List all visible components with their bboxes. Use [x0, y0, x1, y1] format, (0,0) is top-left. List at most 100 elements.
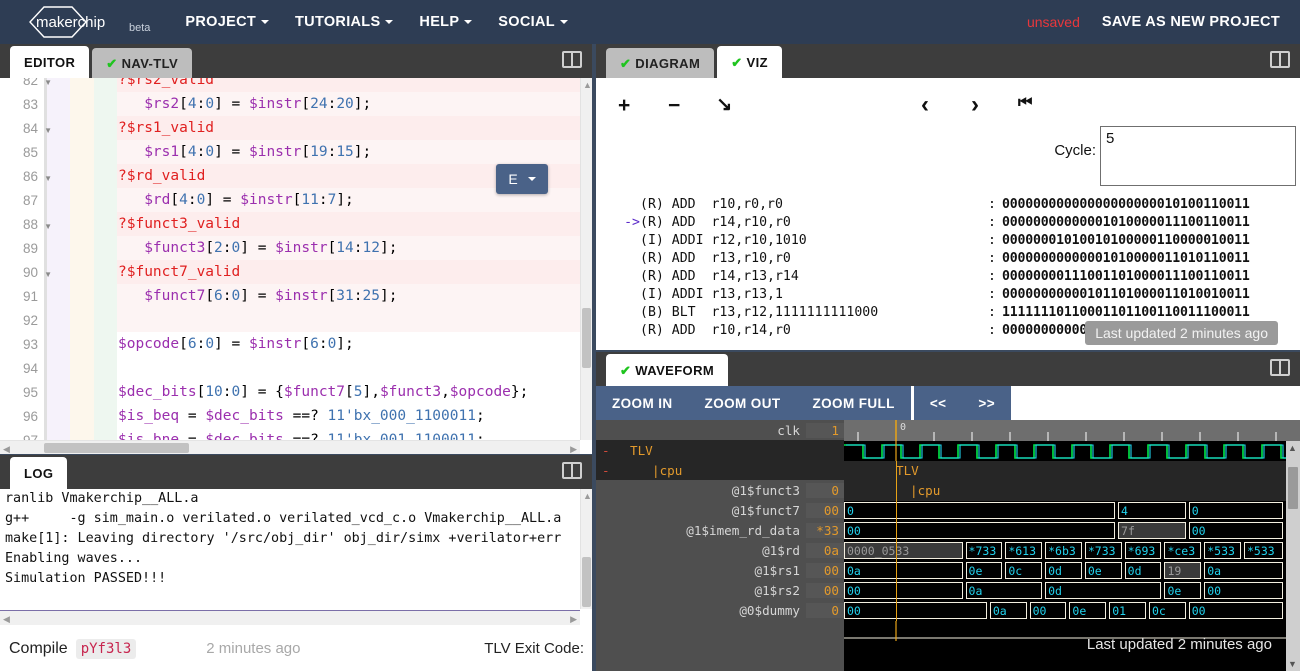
nav-item-social[interactable]: SOCIAL: [485, 4, 581, 40]
waveform-time-ruler[interactable]: 0: [844, 420, 1300, 441]
log-body[interactable]: ranlib Vmakerchip__ALL.a g++ -g sim_main.…: [0, 489, 592, 609]
code-line[interactable]: 91 $funct7[6:0] = $instr[31:25];: [0, 284, 580, 308]
expand-arrows-icon[interactable]: ↗: [712, 97, 735, 113]
zoom-in-icon[interactable]: +: [618, 94, 630, 118]
instruction-row[interactable]: (R) ADD r13,r10,r0:000000000000010100000…: [596, 250, 1300, 268]
zoom-out-button[interactable]: ZOOM OUT: [688, 386, 797, 420]
jump-to-start-icon[interactable]: ⏮: [1018, 94, 1032, 112]
code-line[interactable]: 82 ▼ ?$rs2_valid: [0, 78, 580, 92]
waveform-vscroll-thumb[interactable]: [1288, 467, 1298, 509]
scroll-right-icon[interactable]: ▶: [570, 614, 577, 625]
scroll-down-icon[interactable]: ▼: [1288, 659, 1297, 669]
tab-nav-tlv[interactable]: ✔ NAV-TLV: [92, 48, 193, 78]
signal-row[interactable]: - TLV: [596, 440, 844, 460]
scroll-up-icon[interactable]: ▲: [1288, 443, 1297, 453]
scroll-up-icon[interactable]: ▲: [583, 80, 592, 90]
split-pane-icon[interactable]: [562, 51, 582, 68]
signal-row[interactable]: @1$funct3 0: [596, 480, 844, 500]
code-line[interactable]: 90 ▼ ?$funct7_valid: [0, 260, 580, 284]
signal-row[interactable]: @1$rs1 00: [596, 560, 844, 580]
scroll-right-icon[interactable]: ▶: [570, 444, 577, 454]
signal-row[interactable]: @0$dummy 0: [596, 600, 844, 620]
scroll-forward-button[interactable]: >>: [962, 386, 1011, 420]
code-line[interactable]: 83 $rs2[4:0] = $instr[24:20];: [0, 92, 580, 116]
tab-viz[interactable]: ✔ VIZ: [717, 46, 782, 78]
scroll-back-button[interactable]: <<: [913, 386, 963, 420]
tab-diagram[interactable]: ✔ DIAGRAM: [606, 48, 715, 78]
tab-waveform[interactable]: ✔ WAVEFORM: [606, 354, 729, 386]
collapse-icon[interactable]: -: [596, 463, 618, 478]
log-hscrollbar[interactable]: ◀ ▶: [0, 610, 580, 625]
code-line[interactable]: 94: [0, 356, 580, 380]
instruction-row[interactable]: (R) ADD r14,r13,r14:00000000111001101000…: [596, 268, 1300, 286]
signal-name-column[interactable]: clk 1- TLV - |cpu @1$funct3 0 @1$funct7 00 @1$ime…: [596, 420, 844, 671]
code-line[interactable]: 87 $rd[4:0] = $instr[11:7];: [0, 188, 580, 212]
signal-row[interactable]: @1$rd 0a: [596, 540, 844, 560]
cycle-input[interactable]: [1100, 126, 1296, 186]
instruction-row[interactable]: (B) BLT r13,r12,1111111111000:1111111011…: [596, 304, 1300, 322]
instruction-mnemonic: (R) ADD r14,r13,r14: [640, 269, 799, 284]
code-line[interactable]: 95 $dec_bits[10:0] = {$funct7[5],$funct3,…: [0, 380, 580, 404]
editor-vscroll-thumb[interactable]: [582, 308, 591, 368]
zoom-in-button[interactable]: ZOOM IN: [596, 386, 689, 420]
split-pane-icon[interactable]: [1270, 359, 1290, 376]
fold-arrow-icon[interactable]: ▼: [44, 126, 52, 135]
zoom-full-button[interactable]: ZOOM FULL: [796, 386, 911, 420]
check-icon: ✔: [620, 55, 632, 71]
code-line[interactable]: 84 ▼ ?$rs1_valid: [0, 116, 580, 140]
instruction-row[interactable]: (I) ADDI r13,r13,1:000000000001011010000…: [596, 286, 1300, 304]
code-area[interactable]: 82 ▼ ?$rs2_valid 83 $rs2[4:0] = $instr[24:2…: [0, 78, 580, 440]
split-pane-icon[interactable]: [562, 462, 582, 479]
nav-item-project[interactable]: PROJECT: [172, 4, 282, 40]
editor-hscrollbar[interactable]: ◀ ▶: [0, 440, 580, 454]
split-pane-icon[interactable]: [1270, 51, 1290, 68]
code-line[interactable]: 93 $opcode[6:0] = $instr[6:0];: [0, 332, 580, 356]
fold-arrow-icon[interactable]: ▼: [44, 174, 52, 183]
signal-row[interactable]: clk 1: [596, 420, 844, 440]
code-line[interactable]: 89 $funct3[2:0] = $instr[14:12];: [0, 236, 580, 260]
collapse-icon[interactable]: -: [596, 443, 618, 458]
makerchip-app: makerchip beta PROJECT TUTORIALS HELP SO…: [0, 0, 1300, 671]
signal-row[interactable]: - |cpu: [596, 460, 844, 480]
code-line[interactable]: 86 ▼ ?$rd_valid: [0, 164, 580, 188]
signal-row[interactable]: @1$imem_rd_data *33: [596, 520, 844, 540]
tab-editor[interactable]: EDITOR: [10, 46, 90, 78]
code-line[interactable]: 88 ▼ ?$funct3_valid: [0, 212, 580, 236]
brand-logo-group[interactable]: makerchip beta: [18, 5, 150, 39]
waveform-area[interactable]: clk 1- TLV - |cpu @1$funct3 0 @1$funct7 00 @1$ime…: [596, 420, 1300, 671]
next-cycle-icon[interactable]: ›: [971, 91, 979, 119]
log-vscrollbar[interactable]: ▲ ▼: [580, 489, 592, 609]
tab-log[interactable]: LOG: [10, 457, 68, 489]
editor-mode-dropdown[interactable]: E: [496, 164, 548, 194]
waveform-row: [844, 441, 1300, 461]
instruction-row[interactable]: (R) ADD r10,r0,r0:0000000000000000000001…: [596, 196, 1300, 214]
current-instruction-arrow-icon: [596, 196, 640, 214]
signal-row[interactable]: @1$rs2 00: [596, 580, 844, 600]
compile-code-badge[interactable]: pYf3l3: [75, 638, 137, 659]
fold-arrow-icon[interactable]: ▼: [44, 222, 52, 231]
instruction-row[interactable]: -> (R) ADD r14,r10,r0:0000000000000101000…: [596, 214, 1300, 232]
nav-item-help[interactable]: HELP: [406, 4, 485, 40]
zoom-out-icon[interactable]: −: [668, 94, 680, 118]
fold-arrow-icon[interactable]: ▼: [44, 270, 52, 279]
fold-arrow-icon[interactable]: ▼: [44, 78, 52, 87]
code-line[interactable]: 97 $is_bne = $dec bits ==? 11'bx 001 1100…: [0, 428, 580, 440]
signal-row[interactable]: @1$funct7 00: [596, 500, 844, 520]
code-line[interactable]: 92: [0, 308, 580, 332]
editor-vscrollbar[interactable]: ▲: [580, 78, 592, 440]
code-line[interactable]: 85 $rs1[4:0] = $instr[19:15];: [0, 140, 580, 164]
editor-body[interactable]: 82 ▼ ?$rs2_valid 83 $rs2[4:0] = $instr[24:2…: [0, 78, 592, 454]
scroll-up-icon[interactable]: ▲: [583, 491, 592, 501]
log-vscroll-thumb[interactable]: [582, 557, 591, 607]
prev-cycle-icon[interactable]: ‹: [921, 91, 929, 119]
code-line[interactable]: 96 $is_beq = $dec_bits ==? 11'bx_000_1100…: [0, 404, 580, 428]
nav-item-tutorials[interactable]: TUTORIALS: [282, 4, 406, 40]
waveform-vscrollbar[interactable]: ▲ ▼: [1286, 441, 1300, 671]
save-as-new-project-button[interactable]: SAVE AS NEW PROJECT: [1102, 14, 1280, 30]
scroll-left-icon[interactable]: ◀: [3, 614, 10, 625]
instruction-row[interactable]: (I) ADDI r12,r10,1010:000000010100101000…: [596, 232, 1300, 250]
editor-hscroll-thumb[interactable]: [44, 443, 189, 453]
scroll-left-icon[interactable]: ◀: [3, 444, 10, 454]
current-instruction-arrow-icon: ->: [624, 215, 640, 230]
indent-band-2: [70, 284, 94, 308]
